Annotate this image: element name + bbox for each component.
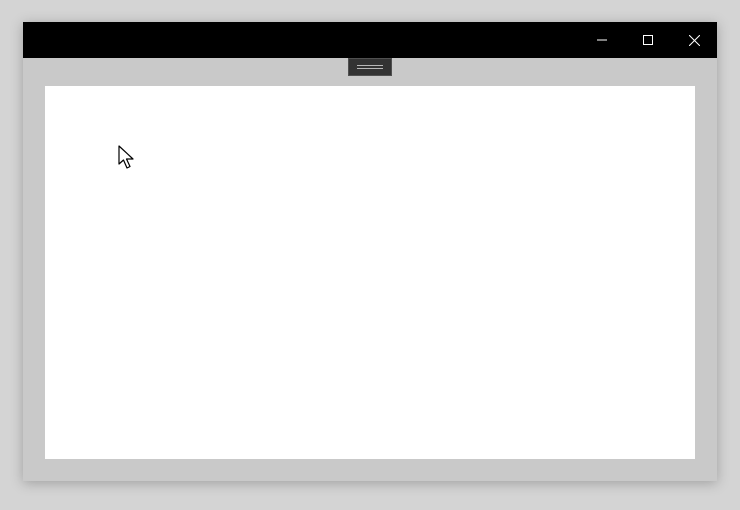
- window-controls: [579, 22, 717, 58]
- minimize-button[interactable]: [579, 22, 625, 58]
- grip-icon: [357, 65, 383, 66]
- grip-icon: [357, 68, 383, 69]
- panel-drag-handle[interactable]: [348, 58, 392, 76]
- maximize-icon: [643, 35, 653, 45]
- title-bar[interactable]: [23, 22, 717, 58]
- content-area: [45, 86, 695, 459]
- application-window: [23, 22, 717, 481]
- maximize-button[interactable]: [625, 22, 671, 58]
- close-icon: [689, 35, 700, 46]
- minimize-icon: [597, 35, 607, 45]
- close-button[interactable]: [671, 22, 717, 58]
